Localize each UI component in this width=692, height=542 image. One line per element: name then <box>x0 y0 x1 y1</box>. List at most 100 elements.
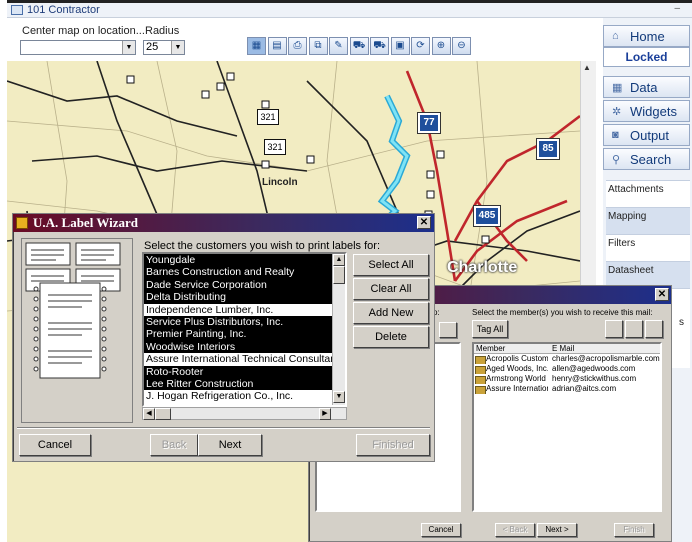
zoom-out-icon[interactable]: ⊖ <box>452 37 471 55</box>
customer-list-item[interactable]: Assure International Technical Consultan… <box>144 353 332 366</box>
customer-list-item[interactable]: Barnes Construction and Realty <box>144 266 332 279</box>
member-name: Aged Woods, Inc. <box>474 364 548 374</box>
place-label-lincoln: Lincoln <box>262 177 298 188</box>
mail-finish-button[interactable]: Finish <box>614 523 654 537</box>
interstate-shield-77: 77 <box>417 112 441 134</box>
layers-icon[interactable]: ▤ <box>267 37 287 55</box>
wizard-divider <box>17 427 430 429</box>
locked-status: Locked <box>603 47 690 67</box>
member-column-header[interactable]: Member <box>474 344 548 353</box>
nav-output-label: Output <box>630 127 670 143</box>
nav-search-label: Search <box>630 151 672 167</box>
customer-list-item[interactable]: Premier Painting, Inc. <box>144 328 332 341</box>
copy-icon[interactable]: ⧉ <box>308 37 328 55</box>
scroll-right-icon[interactable]: ▶ <box>319 408 331 420</box>
mail-prompt: Select the member(s) you wish to receive… <box>472 308 653 317</box>
mail-next-button[interactable]: Next > <box>537 523 577 537</box>
customer-list-item[interactable]: Roto-Rooter <box>144 365 332 378</box>
mail-tool-2-button[interactable] <box>625 320 643 338</box>
label-wizard-title: U.A. Label Wizard <box>33 215 138 230</box>
interstate-shield-85: 85 <box>536 138 560 160</box>
radius-label: Radius <box>145 25 180 37</box>
hscroll-thumb[interactable] <box>155 408 171 420</box>
nav-widgets-label: Widgets <box>630 103 677 119</box>
bus-icon[interactable]: ▣ <box>390 37 410 55</box>
member-list-header: Member E Mail <box>474 344 660 354</box>
widgets-icon: ✲ <box>612 105 622 118</box>
zoom-in-icon[interactable]: ⊕ <box>431 37 451 55</box>
tab-filters[interactable]: Filters <box>606 234 690 261</box>
minimize-button[interactable]: – <box>674 3 680 14</box>
tab-more-label: s <box>679 317 684 328</box>
mail-left-tool-button[interactable] <box>439 322 457 338</box>
tag-all-button[interactable]: Tag All <box>472 320 508 338</box>
delete-button[interactable]: Delete <box>353 326 429 348</box>
app-icon <box>11 5 23 15</box>
print-icon[interactable]: ⎙ <box>288 37 307 55</box>
nav-data-label: Data <box>630 79 658 95</box>
member-row[interactable]: Aged Woods, Inc. allen@agedwoods.com <box>474 364 660 374</box>
nav-data-button[interactable]: ▦ Data <box>603 76 690 98</box>
member-email: adrian@aitcs.com <box>552 384 617 393</box>
wizard-next-button[interactable]: Next <box>198 434 262 456</box>
map-view-icon[interactable]: ▦ <box>247 37 266 55</box>
member-row[interactable]: Acropolis Custom Mar... charles@acropolis… <box>474 354 660 364</box>
scroll-left-icon[interactable]: ◀ <box>143 408 155 420</box>
customer-list-item[interactable]: Lee Ritter Construction <box>144 377 332 391</box>
mail-cancel-button[interactable]: Cancel <box>421 523 461 537</box>
customer-list-item[interactable]: Dade Service Corporation <box>144 278 332 292</box>
customer-list-item[interactable]: Service Plus Distributors, Inc. <box>144 315 332 329</box>
mail-tool-3-button[interactable] <box>645 320 663 338</box>
member-row[interactable]: Assure International ... adrian@aitcs.com <box>474 384 660 394</box>
tab-attachments[interactable]: Attachments <box>606 180 690 207</box>
radius-select[interactable]: 25 ▼ <box>143 40 185 55</box>
member-row[interactable]: Armstrong World Indu... henry@stickwithus… <box>474 374 660 384</box>
close-icon[interactable]: ✕ <box>655 288 669 301</box>
output-icon: ◙ <box>612 129 619 141</box>
customer-list-hscrollbar[interactable]: ◀ ▶ <box>142 407 347 420</box>
search-icon: ⚲ <box>612 153 621 166</box>
route-icon[interactable]: ⟳ <box>411 37 430 55</box>
customer-list-scrollbar[interactable]: ▲ ▼ <box>332 254 345 405</box>
truck-icon[interactable]: ⛟ <box>370 37 389 55</box>
tab-datasheet[interactable]: Datasheet <box>606 261 690 288</box>
nav-widgets-button[interactable]: ✲ Widgets <box>603 100 690 122</box>
clear-all-button[interactable]: Clear All <box>353 278 429 300</box>
customer-list[interactable]: Youngdale Barnes Construction and Realty D… <box>142 252 347 407</box>
close-icon[interactable]: ✕ <box>417 216 431 229</box>
mail-tool-1-button[interactable] <box>605 320 623 338</box>
member-list[interactable]: Member E Mail Acropolis Custom Mar... cha… <box>472 342 662 512</box>
edit-icon[interactable]: ✎ <box>329 37 348 55</box>
member-rows: Acropolis Custom Mar... charles@acropolis… <box>474 354 660 394</box>
member-name: Armstrong World Indu... <box>474 374 548 384</box>
mail-back-button[interactable]: < Back <box>495 523 535 537</box>
window-title: 101 Contractor <box>27 4 100 16</box>
center-map-select[interactable]: ▼ <box>20 40 136 55</box>
nav-home-label: Home <box>630 28 665 44</box>
nav-home-button[interactable]: ⌂ Home <box>603 25 690 47</box>
car-icon[interactable]: ⛟ <box>349 37 369 55</box>
customer-list-item[interactable]: Delta Distributing <box>144 291 332 304</box>
select-all-button[interactable]: Select All <box>353 254 429 276</box>
scroll-thumb[interactable] <box>333 266 345 284</box>
wizard-cancel-button[interactable]: Cancel <box>19 434 91 456</box>
customer-list-item[interactable]: Youngdale <box>144 254 332 267</box>
highway-shield-321: 321 <box>257 109 279 125</box>
nav-search-button[interactable]: ⚲ Search <box>603 148 690 170</box>
add-new-button[interactable]: Add New <box>353 302 429 324</box>
wizard-back-button[interactable]: Back <box>150 434 198 456</box>
nav-output-button[interactable]: ◙ Output <box>603 124 690 146</box>
scroll-down-icon[interactable]: ▼ <box>333 391 345 403</box>
customer-list-item[interactable]: J. Hogan Refrigeration Co., Inc. <box>144 390 332 403</box>
wizard-app-icon <box>16 217 28 229</box>
title-bar: 101 Contractor – <box>7 0 692 18</box>
customer-list-item[interactable]: Independence Lumber, Inc. <box>144 303 332 316</box>
wizard-finished-button[interactable]: Finished <box>356 434 430 456</box>
customer-list-item[interactable]: Woodwise Interiors <box>144 340 332 354</box>
radius-value: 25 <box>146 41 159 53</box>
scroll-up-icon[interactable]: ▲ <box>333 254 345 266</box>
tab-mapping[interactable]: Mapping <box>606 207 690 234</box>
customer-rows: Youngdale Barnes Construction and Realty D… <box>144 254 332 403</box>
scroll-up-icon[interactable]: ▲ <box>583 63 591 72</box>
email-column-header[interactable]: E Mail <box>548 344 660 353</box>
